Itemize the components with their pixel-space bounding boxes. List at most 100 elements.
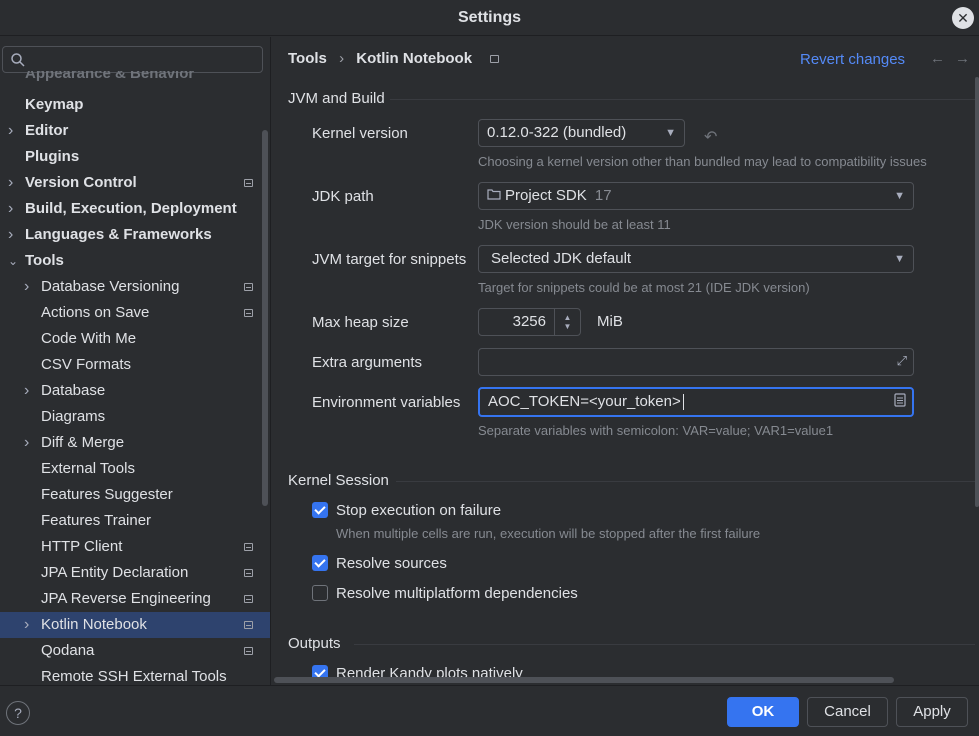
expand-icon[interactable]: ⤢ bbox=[897, 353, 907, 369]
help-icon[interactable]: ? bbox=[6, 701, 30, 725]
content-scrollbar[interactable] bbox=[975, 77, 979, 507]
resolve-multiplatform-label[interactable]: Resolve multiplatform dependencies bbox=[336, 585, 578, 602]
sidebar-item-label: Features Trainer bbox=[41, 512, 152, 529]
breadcrumb-separator: › bbox=[339, 50, 345, 67]
chevron-right-icon[interactable]: › bbox=[8, 118, 20, 144]
kernel-version-label: Kernel version bbox=[312, 125, 408, 142]
text-caret bbox=[683, 394, 684, 410]
chevron-right-icon[interactable]: › bbox=[8, 196, 20, 222]
window-title: Settings bbox=[457, 9, 522, 26]
sidebar-item-kotlin-notebook[interactable]: › Kotlin Notebook bbox=[0, 612, 270, 638]
sidebar-item-label: Diff & Merge bbox=[41, 434, 125, 451]
sidebar-item-appearance[interactable]: Appearance & Behavior bbox=[25, 71, 194, 83]
sidebar-item-label: External Tools bbox=[41, 460, 135, 477]
jdk-path-value: Project SDK bbox=[505, 187, 587, 204]
search-input[interactable] bbox=[2, 46, 263, 73]
cancel-button[interactable]: Cancel bbox=[807, 697, 888, 727]
resolve-sources-checkbox[interactable] bbox=[312, 555, 328, 571]
sidebar-item-label: Features Suggester bbox=[41, 486, 173, 503]
sidebar-item-editor[interactable]: › Editor bbox=[0, 118, 270, 144]
section-jvm-build: JVM and Build bbox=[288, 90, 385, 107]
section-divider bbox=[354, 644, 975, 645]
sidebar-item-keymap[interactable]: Keymap bbox=[0, 92, 270, 118]
folder-icon bbox=[487, 183, 501, 209]
sidebar-item-database-versioning[interactable]: › Database Versioning bbox=[0, 274, 270, 300]
max-heap-label: Max heap size bbox=[312, 314, 409, 331]
sidebar-item-label: HTTP Client bbox=[41, 538, 123, 555]
reset-icon[interactable]: ↶ bbox=[704, 127, 717, 147]
sidebar-item-label: Keymap bbox=[25, 96, 84, 113]
breadcrumb: Tools › Kotlin Notebook bbox=[288, 50, 507, 67]
sidebar-item-label: Languages & Frameworks bbox=[25, 226, 212, 243]
sidebar-item-http-client[interactable]: HTTP Client bbox=[0, 534, 270, 560]
chevron-right-icon[interactable]: › bbox=[24, 274, 36, 300]
chevron-right-icon[interactable]: › bbox=[8, 222, 20, 248]
resolve-multiplatform-checkbox[interactable] bbox=[312, 585, 328, 601]
max-heap-stepper[interactable]: 3256 ▲ ▼ bbox=[478, 308, 581, 336]
sidebar-item-actions-on-save[interactable]: Actions on Save bbox=[0, 300, 270, 326]
chevron-right-icon[interactable]: › bbox=[24, 378, 36, 404]
jdk-version: 17 bbox=[594, 187, 612, 204]
jvm-target-label: JVM target for snippets bbox=[312, 251, 467, 268]
back-arrow-icon[interactable]: ← bbox=[930, 50, 955, 67]
chevron-right-icon[interactable]: › bbox=[24, 612, 36, 638]
chevron-right-icon[interactable]: › bbox=[8, 170, 20, 196]
revert-changes-link[interactable]: Revert changes bbox=[800, 51, 905, 68]
stepper-arrows-icon[interactable]: ▲ ▼ bbox=[554, 309, 580, 335]
jvm-target-dropdown[interactable]: Selected JDK default ▼ bbox=[478, 245, 914, 273]
breadcrumb-current: Kotlin Notebook bbox=[356, 50, 473, 67]
chevron-down-icon[interactable]: ⌄ bbox=[8, 248, 20, 274]
sidebar-item-jpa-reverse-engineering[interactable]: JPA Reverse Engineering bbox=[0, 586, 270, 612]
edit-list-icon[interactable] bbox=[894, 393, 906, 410]
jdk-path-label: JDK path bbox=[312, 188, 374, 205]
chevron-down-icon: ▼ bbox=[665, 127, 676, 139]
project-scope-icon bbox=[244, 569, 253, 577]
sidebar-item-external-tools[interactable]: External Tools bbox=[0, 456, 270, 482]
forward-arrow-icon[interactable]: → bbox=[955, 50, 979, 67]
sidebar-item-tools[interactable]: ⌄ Tools bbox=[0, 248, 270, 274]
sidebar-item-label: Remote SSH External Tools bbox=[41, 668, 227, 685]
sidebar-item-csv-formats[interactable]: CSV Formats bbox=[0, 352, 270, 378]
kernel-version-dropdown[interactable]: 0.12.0-322 (bundled) ▼ bbox=[478, 119, 685, 147]
sidebar-item-plugins[interactable]: Plugins bbox=[0, 144, 270, 170]
sidebar-item-qodana[interactable]: Qodana bbox=[0, 638, 270, 664]
sidebar-scrollbar[interactable] bbox=[262, 130, 268, 506]
project-scope-icon bbox=[244, 595, 253, 603]
sidebar-item-code-with-me[interactable]: Code With Me bbox=[0, 326, 270, 352]
sidebar-item-build-execution-deployment[interactable]: › Build, Execution, Deployment bbox=[0, 196, 270, 222]
title-bar: Settings ✕ bbox=[0, 0, 979, 36]
stop-on-failure-checkbox[interactable] bbox=[312, 502, 328, 518]
sidebar-item-diff-merge[interactable]: › Diff & Merge bbox=[0, 430, 270, 456]
apply-button[interactable]: Apply bbox=[896, 697, 968, 727]
sidebar-item-label: Actions on Save bbox=[41, 304, 150, 321]
breadcrumb-tools[interactable]: Tools bbox=[288, 50, 327, 67]
chevron-right-icon[interactable]: › bbox=[24, 430, 36, 456]
project-scope-icon bbox=[244, 309, 253, 317]
close-icon[interactable]: ✕ bbox=[952, 7, 974, 29]
environment-variables-hint: Separate variables with semicolon: VAR=v… bbox=[478, 423, 834, 438]
sidebar-item-languages-frameworks[interactable]: › Languages & Frameworks bbox=[0, 222, 270, 248]
extra-arguments-input[interactable]: ⤢ bbox=[478, 348, 914, 376]
search-icon bbox=[10, 52, 26, 72]
sidebar-item-diagrams[interactable]: Diagrams bbox=[0, 404, 270, 430]
sidebar-item-database[interactable]: › Database bbox=[0, 378, 270, 404]
horizontal-scrollbar[interactable] bbox=[274, 677, 894, 683]
sidebar-item-label: JPA Reverse Engineering bbox=[41, 590, 211, 607]
resolve-sources-label[interactable]: Resolve sources bbox=[336, 555, 447, 572]
ok-button[interactable]: OK bbox=[727, 697, 799, 727]
sidebar-item-remote-ssh-external-tools[interactable]: Remote SSH External Tools bbox=[0, 664, 270, 685]
sidebar-item-features-suggester[interactable]: Features Suggester bbox=[0, 482, 270, 508]
sidebar-item-label: Kotlin Notebook bbox=[41, 616, 147, 633]
sidebar-item-label: Build, Execution, Deployment bbox=[25, 200, 237, 217]
sidebar-item-features-trainer[interactable]: Features Trainer bbox=[0, 508, 270, 534]
environment-variables-value: AOC_TOKEN=<your_token> bbox=[488, 393, 681, 410]
environment-variables-label: Environment variables bbox=[312, 394, 461, 411]
sidebar-item-jpa-entity-declaration[interactable]: JPA Entity Declaration bbox=[0, 560, 270, 586]
sidebar-item-label: CSV Formats bbox=[41, 356, 132, 373]
environment-variables-input[interactable]: AOC_TOKEN=<your_token> bbox=[478, 387, 914, 417]
jdk-path-dropdown[interactable]: Project SDK 17 ▼ bbox=[478, 182, 914, 210]
project-scope-icon bbox=[244, 543, 253, 551]
jvm-target-value: Selected JDK default bbox=[491, 250, 632, 267]
sidebar-item-version-control[interactable]: › Version Control bbox=[0, 170, 270, 196]
stop-on-failure-label[interactable]: Stop execution on failure bbox=[336, 502, 501, 519]
